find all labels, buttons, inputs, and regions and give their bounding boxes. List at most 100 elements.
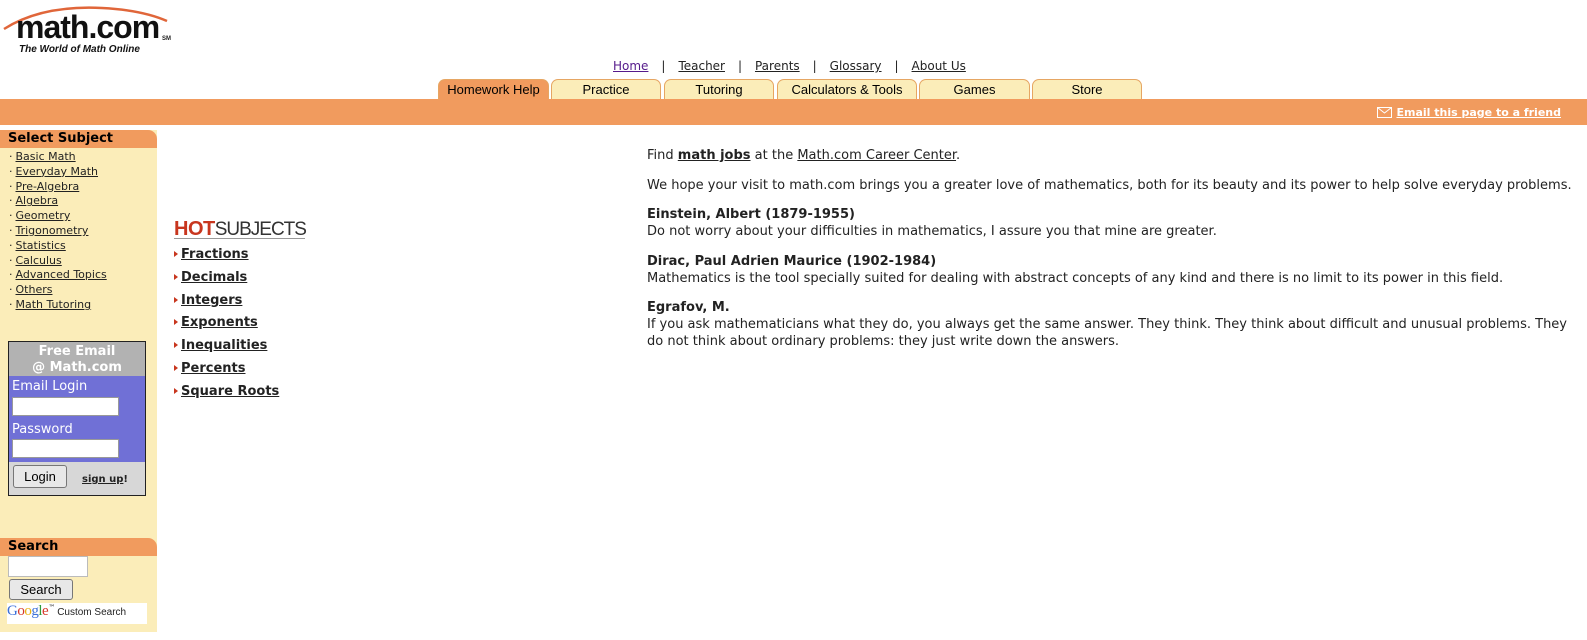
tab-practice[interactable]: Practice (551, 79, 661, 99)
list-item: · Calculus (9, 253, 62, 267)
subject-link-statistics[interactable]: Statistics (16, 239, 66, 252)
hot-link-exponents[interactable]: Exponents (181, 315, 258, 330)
tab-homework-help[interactable]: Homework Help (438, 79, 549, 99)
list-item: · Others (9, 283, 53, 297)
quote-author: Dirac, Paul Adrien Maurice (1902-1984) (647, 254, 937, 269)
subject-list: · Basic Math · Everyday Math · Pre-Algebra … (9, 150, 107, 313)
arrow-icon (174, 364, 178, 371)
list-item: Percents (174, 360, 279, 383)
quote-block: Egrafov, M. If you ask mathematicians wh… (647, 299, 1572, 350)
search-button[interactable]: Search (9, 579, 73, 600)
email-login-form: Email Login Password (9, 376, 145, 462)
subject-link-pre-algebra[interactable]: Pre-Algebra (16, 180, 80, 193)
tab-games[interactable]: Games (919, 79, 1030, 99)
nav-separator: | (737, 59, 742, 73)
nav-teacher-link[interactable]: Teacher (678, 59, 725, 73)
list-item: Fractions (174, 246, 279, 269)
nav-separator: | (894, 59, 899, 73)
free-email-login-box: Free Email @ Math.com Email Login Passwo… (8, 341, 146, 496)
subject-link-advanced-topics[interactable]: Advanced Topics (16, 268, 107, 281)
nav-parents-link[interactable]: Parents (755, 59, 800, 73)
list-item: · Everyday Math (9, 164, 99, 178)
custom-search-label: Custom Search (57, 607, 127, 618)
list-item: Exponents (174, 314, 279, 337)
search-heading: Search (0, 538, 157, 556)
logo-sm-mark: SM (162, 36, 171, 42)
quote-text: If you ask mathematicians what they do, … (647, 317, 1567, 349)
subject-link-algebra[interactable]: Algebra (16, 194, 59, 207)
list-item: · Statistics (9, 238, 66, 252)
arrow-icon (174, 387, 178, 394)
subject-link-everyday-math[interactable]: Everyday Math (16, 165, 99, 178)
subject-link-calculus[interactable]: Calculus (16, 254, 62, 267)
quote-author: Einstein, Albert (1879-1955) (647, 207, 855, 222)
math-com-logo[interactable]: math.com SM The World of Math Online (2, 3, 172, 55)
google-custom-search: Google™ Custom Search (7, 603, 147, 624)
orange-nav-bar: Email this page to a friend (0, 99, 1587, 125)
quote-author: Egrafov, M. (647, 300, 730, 315)
envelope-icon[interactable] (1377, 107, 1393, 118)
top-navigation: Home | Teacher | Parents | Glossary | About Us (613, 59, 966, 73)
arrow-icon (174, 342, 178, 349)
hot-link-square-roots[interactable]: Square Roots (181, 384, 279, 399)
hot-link-integers[interactable]: Integers (181, 293, 242, 308)
signup-wrapper: sign up! (82, 474, 128, 485)
logo-wordmark: math.com (16, 9, 160, 45)
subject-link-math-tutoring[interactable]: Math Tutoring (16, 298, 92, 311)
list-item: · Advanced Topics (9, 268, 107, 282)
nav-separator: | (661, 59, 666, 73)
arrow-icon (174, 319, 178, 326)
list-item: Inequalities (174, 337, 279, 360)
arrow-icon (174, 273, 178, 280)
email-login-input[interactable] (12, 397, 119, 416)
quote-text: Mathematics is the tool specially suited… (647, 271, 1504, 286)
password-input[interactable] (12, 439, 119, 458)
subject-link-others[interactable]: Others (16, 283, 53, 296)
quote-block: Dirac, Paul Adrien Maurice (1902-1984) M… (647, 253, 1572, 287)
list-item: · Math Tutoring (9, 297, 92, 311)
career-center-link[interactable]: Math.com Career Center (797, 148, 956, 163)
free-email-header: Free Email @ Math.com (9, 342, 145, 376)
subject-link-geometry[interactable]: Geometry (16, 209, 71, 222)
subject-link-basic-math[interactable]: Basic Math (16, 150, 76, 163)
email-box-footer: Login sign up! (9, 462, 145, 493)
arrow-icon (174, 296, 178, 303)
google-logo: Google (7, 603, 49, 619)
hot-subjects-divider (174, 238, 305, 239)
logo-tagline: The World of Math Online (19, 44, 140, 55)
left-sidebar: Select Subject · Basic Math · Everyday Mat… (0, 130, 157, 632)
tab-calculators-tools[interactable]: Calculators & Tools (777, 79, 917, 99)
hot-link-fractions[interactable]: Fractions (181, 247, 249, 262)
list-item: Square Roots (174, 383, 279, 406)
list-item: · Algebra (9, 194, 59, 208)
search-input[interactable] (8, 556, 88, 577)
nav-separator: | (812, 59, 817, 73)
nav-about-us-link[interactable]: About Us (912, 59, 966, 73)
login-button[interactable]: Login (13, 465, 67, 488)
career-center-line: Find math jobs at the Math.com Career Ce… (647, 148, 961, 163)
email-login-label: Email Login (12, 379, 88, 394)
hot-link-decimals[interactable]: Decimals (181, 270, 247, 285)
list-item: · Pre-Algebra (9, 179, 80, 193)
nav-glossary-link[interactable]: Glossary (830, 59, 882, 73)
hot-link-percents[interactable]: Percents (181, 361, 246, 376)
hot-subjects-heading: HOTSUBJECTS (174, 218, 307, 240)
list-item: Integers (174, 292, 279, 315)
email-friend-link[interactable]: Email this page to a friend (1396, 106, 1561, 119)
select-subject-heading: Select Subject (0, 130, 157, 148)
welcome-message: We hope your visit to math.com brings yo… (647, 178, 1572, 193)
password-label: Password (12, 422, 73, 437)
tab-store[interactable]: Store (1032, 79, 1142, 99)
tab-tutoring[interactable]: Tutoring (664, 79, 774, 99)
hot-link-inequalities[interactable]: Inequalities (181, 338, 267, 353)
list-item: · Basic Math (9, 150, 76, 163)
signup-link[interactable]: sign up (82, 474, 123, 485)
quote-block: Einstein, Albert (1879-1955) Do not worr… (647, 206, 1572, 240)
list-item: · Geometry (9, 209, 71, 223)
arrow-icon (174, 251, 178, 257)
math-jobs-link[interactable]: math jobs (678, 148, 751, 163)
email-friend: Email this page to a friend (1377, 106, 1561, 119)
quote-text: Do not worry about your difficulties in … (647, 224, 1217, 239)
nav-home-link[interactable]: Home (613, 59, 648, 73)
subject-link-trigonometry[interactable]: Trigonometry (16, 224, 89, 237)
